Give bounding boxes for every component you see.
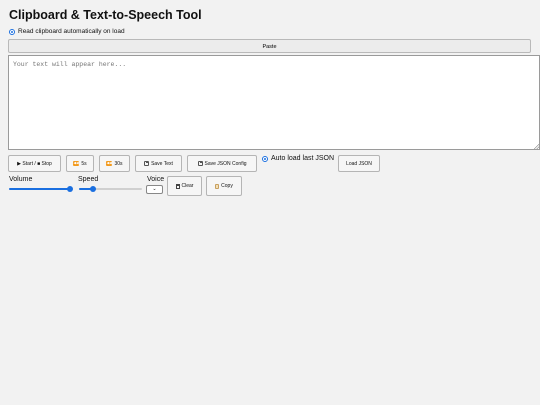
auto-load-json-option[interactable]: Auto load last JSON xyxy=(262,155,334,162)
clipboard-icon xyxy=(215,183,220,189)
page-title: Clipboard & Text-to-Speech Tool xyxy=(9,8,202,22)
rewind-30s-button[interactable]: 30s xyxy=(99,155,130,172)
chevron-down-icon: ⌄ xyxy=(152,186,157,192)
copy-button[interactable]: Copy xyxy=(206,176,242,196)
volume-fill xyxy=(9,188,70,190)
start-stop-button[interactable]: ▶ Start / ■ Stop xyxy=(8,155,61,172)
save-json-config-label: Save JSON Config xyxy=(204,160,247,167)
save-text-label: Save Text xyxy=(151,160,173,167)
speed-slider[interactable] xyxy=(79,186,142,192)
rewind-5s-button[interactable]: 5s xyxy=(66,155,94,172)
speed-label: Speed xyxy=(78,176,99,183)
save-json-config-button[interactable]: Save JSON Config xyxy=(187,155,257,172)
clear-button[interactable]: Clear xyxy=(167,176,202,196)
auto-load-json-radio[interactable] xyxy=(262,155,268,162)
save-icon xyxy=(144,161,150,166)
auto-read-radio[interactable] xyxy=(9,28,15,35)
speed-thumb[interactable] xyxy=(89,186,96,192)
copy-label: Copy xyxy=(221,183,233,189)
auto-read-option[interactable]: Read clipboard automatically on load xyxy=(9,28,125,35)
clear-label: Clear xyxy=(181,183,194,189)
volume-thumb[interactable] xyxy=(67,186,73,192)
resize-handle-icon[interactable] xyxy=(534,144,539,149)
rewind-5s-label: 5s xyxy=(81,160,87,167)
save-text-button[interactable]: Save Text xyxy=(135,155,182,172)
voice-label: Voice xyxy=(147,176,165,183)
volume-label: Volume xyxy=(9,176,33,183)
rewind-icon xyxy=(73,160,80,166)
rewind-30s-label: 30s xyxy=(114,160,123,167)
text-area-wrapper xyxy=(8,55,540,150)
paste-button[interactable]: Paste xyxy=(8,39,531,53)
text-area[interactable] xyxy=(8,55,540,150)
voice-select[interactable]: ⌄ xyxy=(146,185,163,194)
trash-icon xyxy=(175,183,180,189)
volume-slider[interactable] xyxy=(9,186,73,192)
save-icon xyxy=(197,161,203,166)
load-json-button[interactable]: Load JSON xyxy=(338,155,380,172)
auto-read-label: Read clipboard automatically on load xyxy=(18,28,125,35)
auto-load-json-label: Auto load last JSON xyxy=(271,155,335,162)
rewind-icon xyxy=(106,160,113,166)
